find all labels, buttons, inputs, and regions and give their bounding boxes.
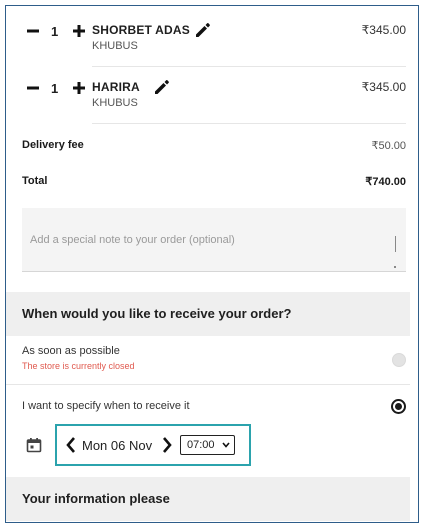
item-price: ₹345.00 <box>361 80 406 94</box>
delivery-fee-label: Delivery fee <box>22 139 84 151</box>
increase-quantity-button[interactable] <box>68 77 90 99</box>
delivery-fee-value: ₹50.00 <box>371 140 406 152</box>
next-date-button[interactable] <box>160 435 174 455</box>
pencil-icon <box>196 23 210 37</box>
divider <box>92 66 406 67</box>
decrease-quantity-button[interactable] <box>22 77 44 99</box>
item-variant: KHUBUS <box>92 40 138 52</box>
chevron-down-icon <box>222 442 230 448</box>
total-label: Total <box>22 175 48 187</box>
increase-quantity-button[interactable] <box>68 20 90 42</box>
calendar-icon <box>26 438 42 453</box>
order-panel: 1 SHORBET ADAS KHUBUS ₹345.00 1 HARIRA K… <box>5 5 419 523</box>
previous-date-button[interactable] <box>64 435 78 455</box>
cart-item: 1 SHORBET ADAS KHUBUS ₹345.00 <box>22 20 406 76</box>
option-asap-title: As soon as possible <box>22 345 120 357</box>
delivery-fee-row: Delivery fee ₹50.00 <box>22 139 406 152</box>
resize-handle[interactable] <box>394 266 396 268</box>
item-name: SHORBET ADAS <box>92 23 190 37</box>
total-value: ₹740.00 <box>365 176 406 188</box>
quantity-value: 1 <box>51 24 59 39</box>
text-caret <box>395 236 396 252</box>
plus-icon <box>73 25 85 37</box>
pencil-icon <box>155 80 169 94</box>
order-note-placeholder: Add a special note to your order (option… <box>30 234 235 246</box>
selected-time: 07:00 <box>187 439 215 451</box>
divider <box>92 123 406 124</box>
option-specify-time[interactable]: I want to specify when to receive it <box>22 399 406 414</box>
chevron-right-icon <box>163 437 172 453</box>
option-specify-title: I want to specify when to receive it <box>22 400 190 412</box>
delivery-time-heading: When would you like to receive your orde… <box>6 292 410 336</box>
cart-item: 1 HARIRA KHUBUS ₹345.00 <box>22 77 406 133</box>
selected-date: Mon 06 Nov <box>82 438 153 453</box>
edit-item-button[interactable] <box>193 20 213 40</box>
chevron-left-icon <box>66 437 75 453</box>
total-row: Total ₹740.00 <box>22 175 406 188</box>
option-asap[interactable]: As soon as possible The store is current… <box>22 345 406 371</box>
item-price: ₹345.00 <box>361 23 406 37</box>
date-time-picker: Mon 06 Nov 07:00 <box>55 424 251 466</box>
radio-specify-time[interactable] <box>391 399 406 414</box>
order-note-field[interactable]: Add a special note to your order (option… <box>22 208 406 272</box>
item-variant: KHUBUS <box>92 97 138 109</box>
radio-asap[interactable] <box>392 353 406 367</box>
decrease-quantity-button[interactable] <box>22 20 44 42</box>
plus-icon <box>73 82 85 94</box>
minus-icon <box>27 29 39 33</box>
info-heading: Your information please <box>6 477 410 521</box>
item-name: HARIRA <box>92 80 140 94</box>
minus-icon <box>27 86 39 90</box>
time-select[interactable]: 07:00 <box>180 435 235 455</box>
store-closed-notice: The store is currently closed <box>22 361 135 371</box>
edit-item-button[interactable] <box>152 77 172 97</box>
divider <box>6 384 410 385</box>
quantity-value: 1 <box>51 81 59 96</box>
